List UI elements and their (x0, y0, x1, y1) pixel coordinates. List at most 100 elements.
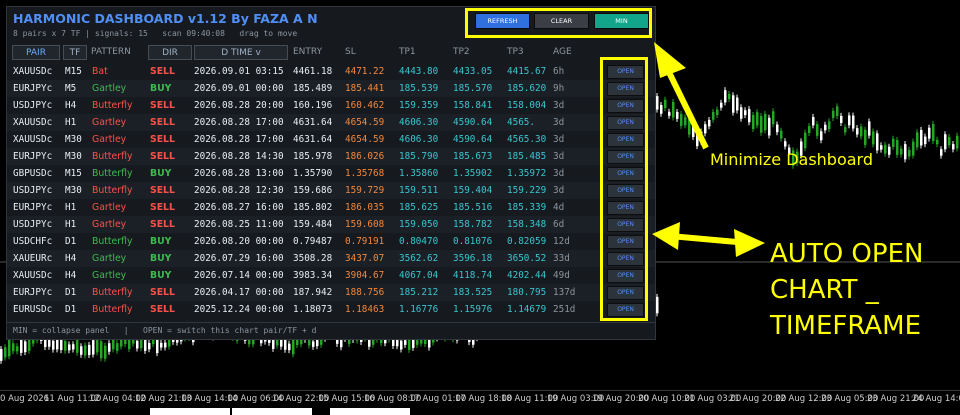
tp1-cell: 4606.30 (399, 117, 439, 128)
candle-body (164, 342, 167, 348)
column-header-dir[interactable]: DIR (148, 45, 192, 60)
column-header-tp3[interactable]: TP3 (507, 45, 524, 60)
tp1-cell: 4606.30 (399, 134, 439, 145)
open-column-highlight-box (600, 57, 648, 321)
candle-body (896, 140, 899, 155)
stop-loss-cell: 186.026 (345, 151, 385, 162)
signal-time-cell: 2026.07.14 00:00 (194, 270, 284, 281)
table-row: XAUUSDc M15 Bat SELL 2026.09.01 03:15 4461.18… (7, 63, 655, 80)
entry-cell: 185.802 (293, 202, 333, 213)
age-cell: 3d (553, 185, 565, 196)
tp3-cell: 4202.44 (507, 270, 547, 281)
candle-body (720, 102, 723, 108)
column-header-pair[interactable]: PAIR (12, 45, 60, 60)
signal-time-cell: 2026.08.28 13:00 (194, 168, 284, 179)
tp3-cell: 180.795 (507, 287, 547, 298)
age-cell: 3d (553, 168, 565, 179)
direction-cell: SELL (150, 304, 175, 315)
tp2-cell: 185.673 (453, 151, 493, 162)
pattern-cell: Butterfly (92, 151, 133, 162)
candle-body (748, 109, 751, 123)
entry-cell: 4631.64 (293, 134, 333, 145)
stop-loss-cell: 0.79191 (345, 236, 385, 247)
candle-body (828, 121, 831, 130)
tf-cell: H4 (65, 100, 77, 111)
candle-body (752, 115, 755, 130)
entry-cell: 3983.34 (293, 270, 333, 281)
column-header-tp2[interactable]: TP2 (453, 45, 470, 60)
pair-cell: XAUUSDc (13, 134, 53, 145)
table-row: USDCHFc D1 Butterfly BUY 2026.08.20 00:00 0.7… (7, 233, 655, 250)
pattern-cell: Butterfly (92, 185, 133, 196)
candle-body (136, 340, 139, 349)
pair-cell: EURJPYc (13, 83, 53, 94)
signal-time-cell: 2026.08.28 14:30 (194, 151, 284, 162)
stop-loss-cell: 4471.22 (345, 66, 385, 77)
column-header-entry[interactable]: ENTRY (293, 45, 322, 60)
candle-body (808, 126, 811, 133)
candle-body (672, 101, 675, 118)
pair-cell: EURJPYc (13, 202, 53, 213)
candle-body (760, 116, 763, 133)
direction-cell: BUY (150, 168, 172, 179)
candle-body (704, 124, 707, 134)
candle-body (0, 348, 3, 361)
tp1-cell: 159.511 (399, 185, 439, 196)
entry-cell: 159.686 (293, 185, 333, 196)
candle-body (816, 124, 819, 136)
candle-body (668, 111, 671, 116)
candle-body (804, 132, 807, 149)
tp3-cell: 158.004 (507, 100, 547, 111)
entry-cell: 1.35790 (293, 168, 333, 179)
tf-cell: H1 (65, 202, 77, 213)
column-header-pattern[interactable]: PATTERN (91, 45, 131, 60)
harmonic-dashboard-panel[interactable]: HARMONIC DASHBOARD v1.12 By FAZA A N 8 p… (6, 6, 656, 340)
table-row: XAUEURc H4 Gartley BUY 2026.07.29 16:00 3508.… (7, 250, 655, 267)
table-row: USDJPYc H4 Butterfly SELL 2026.08.28 20:00 16… (7, 97, 655, 114)
time-axis-label: 0 Aug 2026 (0, 394, 50, 404)
table-row: XAUUSDc H1 Gartley SELL 2026.08.28 17:00 4631… (7, 114, 655, 131)
tf-cell: D1 (65, 236, 77, 247)
direction-cell: SELL (150, 185, 175, 196)
pair-cell: USDJPYc (13, 185, 53, 196)
tp1-cell: 159.359 (399, 100, 439, 111)
candle-body (740, 107, 743, 119)
tf-cell: H1 (65, 117, 77, 128)
column-header-tf[interactable]: TF (63, 45, 87, 60)
table-row: GBPUSDc M15 Butterfly BUY 2026.08.28 13:00 1.… (7, 165, 655, 182)
tp3-cell: 4565. (507, 117, 535, 128)
tf-cell: H4 (65, 253, 77, 264)
tp1-cell: 3562.62 (399, 253, 439, 264)
direction-cell: BUY (150, 270, 172, 281)
candle-body (288, 343, 291, 351)
direction-cell: SELL (150, 219, 175, 230)
tp2-cell: 185.516 (453, 202, 493, 213)
candle-body (716, 109, 719, 116)
pattern-cell: Butterfly (92, 236, 133, 247)
candle-body (928, 127, 931, 139)
candle-body (880, 145, 883, 150)
stop-loss-cell: 185.441 (345, 83, 385, 94)
candle-body (812, 116, 815, 126)
column-header-sl[interactable]: SL (345, 45, 356, 60)
stop-loss-cell: 188.756 (345, 287, 385, 298)
tp3-cell: 0.82059 (507, 236, 547, 247)
candle-body (688, 118, 691, 135)
candle-body (944, 134, 947, 150)
pattern-cell: Butterfly (92, 100, 133, 111)
column-header-tp1[interactable]: TP1 (399, 45, 416, 60)
candle-body (948, 137, 951, 146)
candle-body (940, 149, 943, 156)
candle-body (80, 346, 83, 355)
column-header-age[interactable]: AGE (553, 45, 572, 60)
candle-body (844, 127, 847, 133)
entry-cell: 185.978 (293, 151, 333, 162)
candle-body (744, 110, 747, 116)
column-header-dtime[interactable]: D TIME v (194, 45, 288, 60)
candle-body (916, 132, 919, 148)
candle-body (912, 141, 915, 156)
table-row: USDJPYc M30 Butterfly SELL 2026.08.28 12:30 1… (7, 182, 655, 199)
candle-body (856, 128, 859, 135)
entry-cell: 159.484 (293, 219, 333, 230)
candle-body (764, 113, 767, 131)
